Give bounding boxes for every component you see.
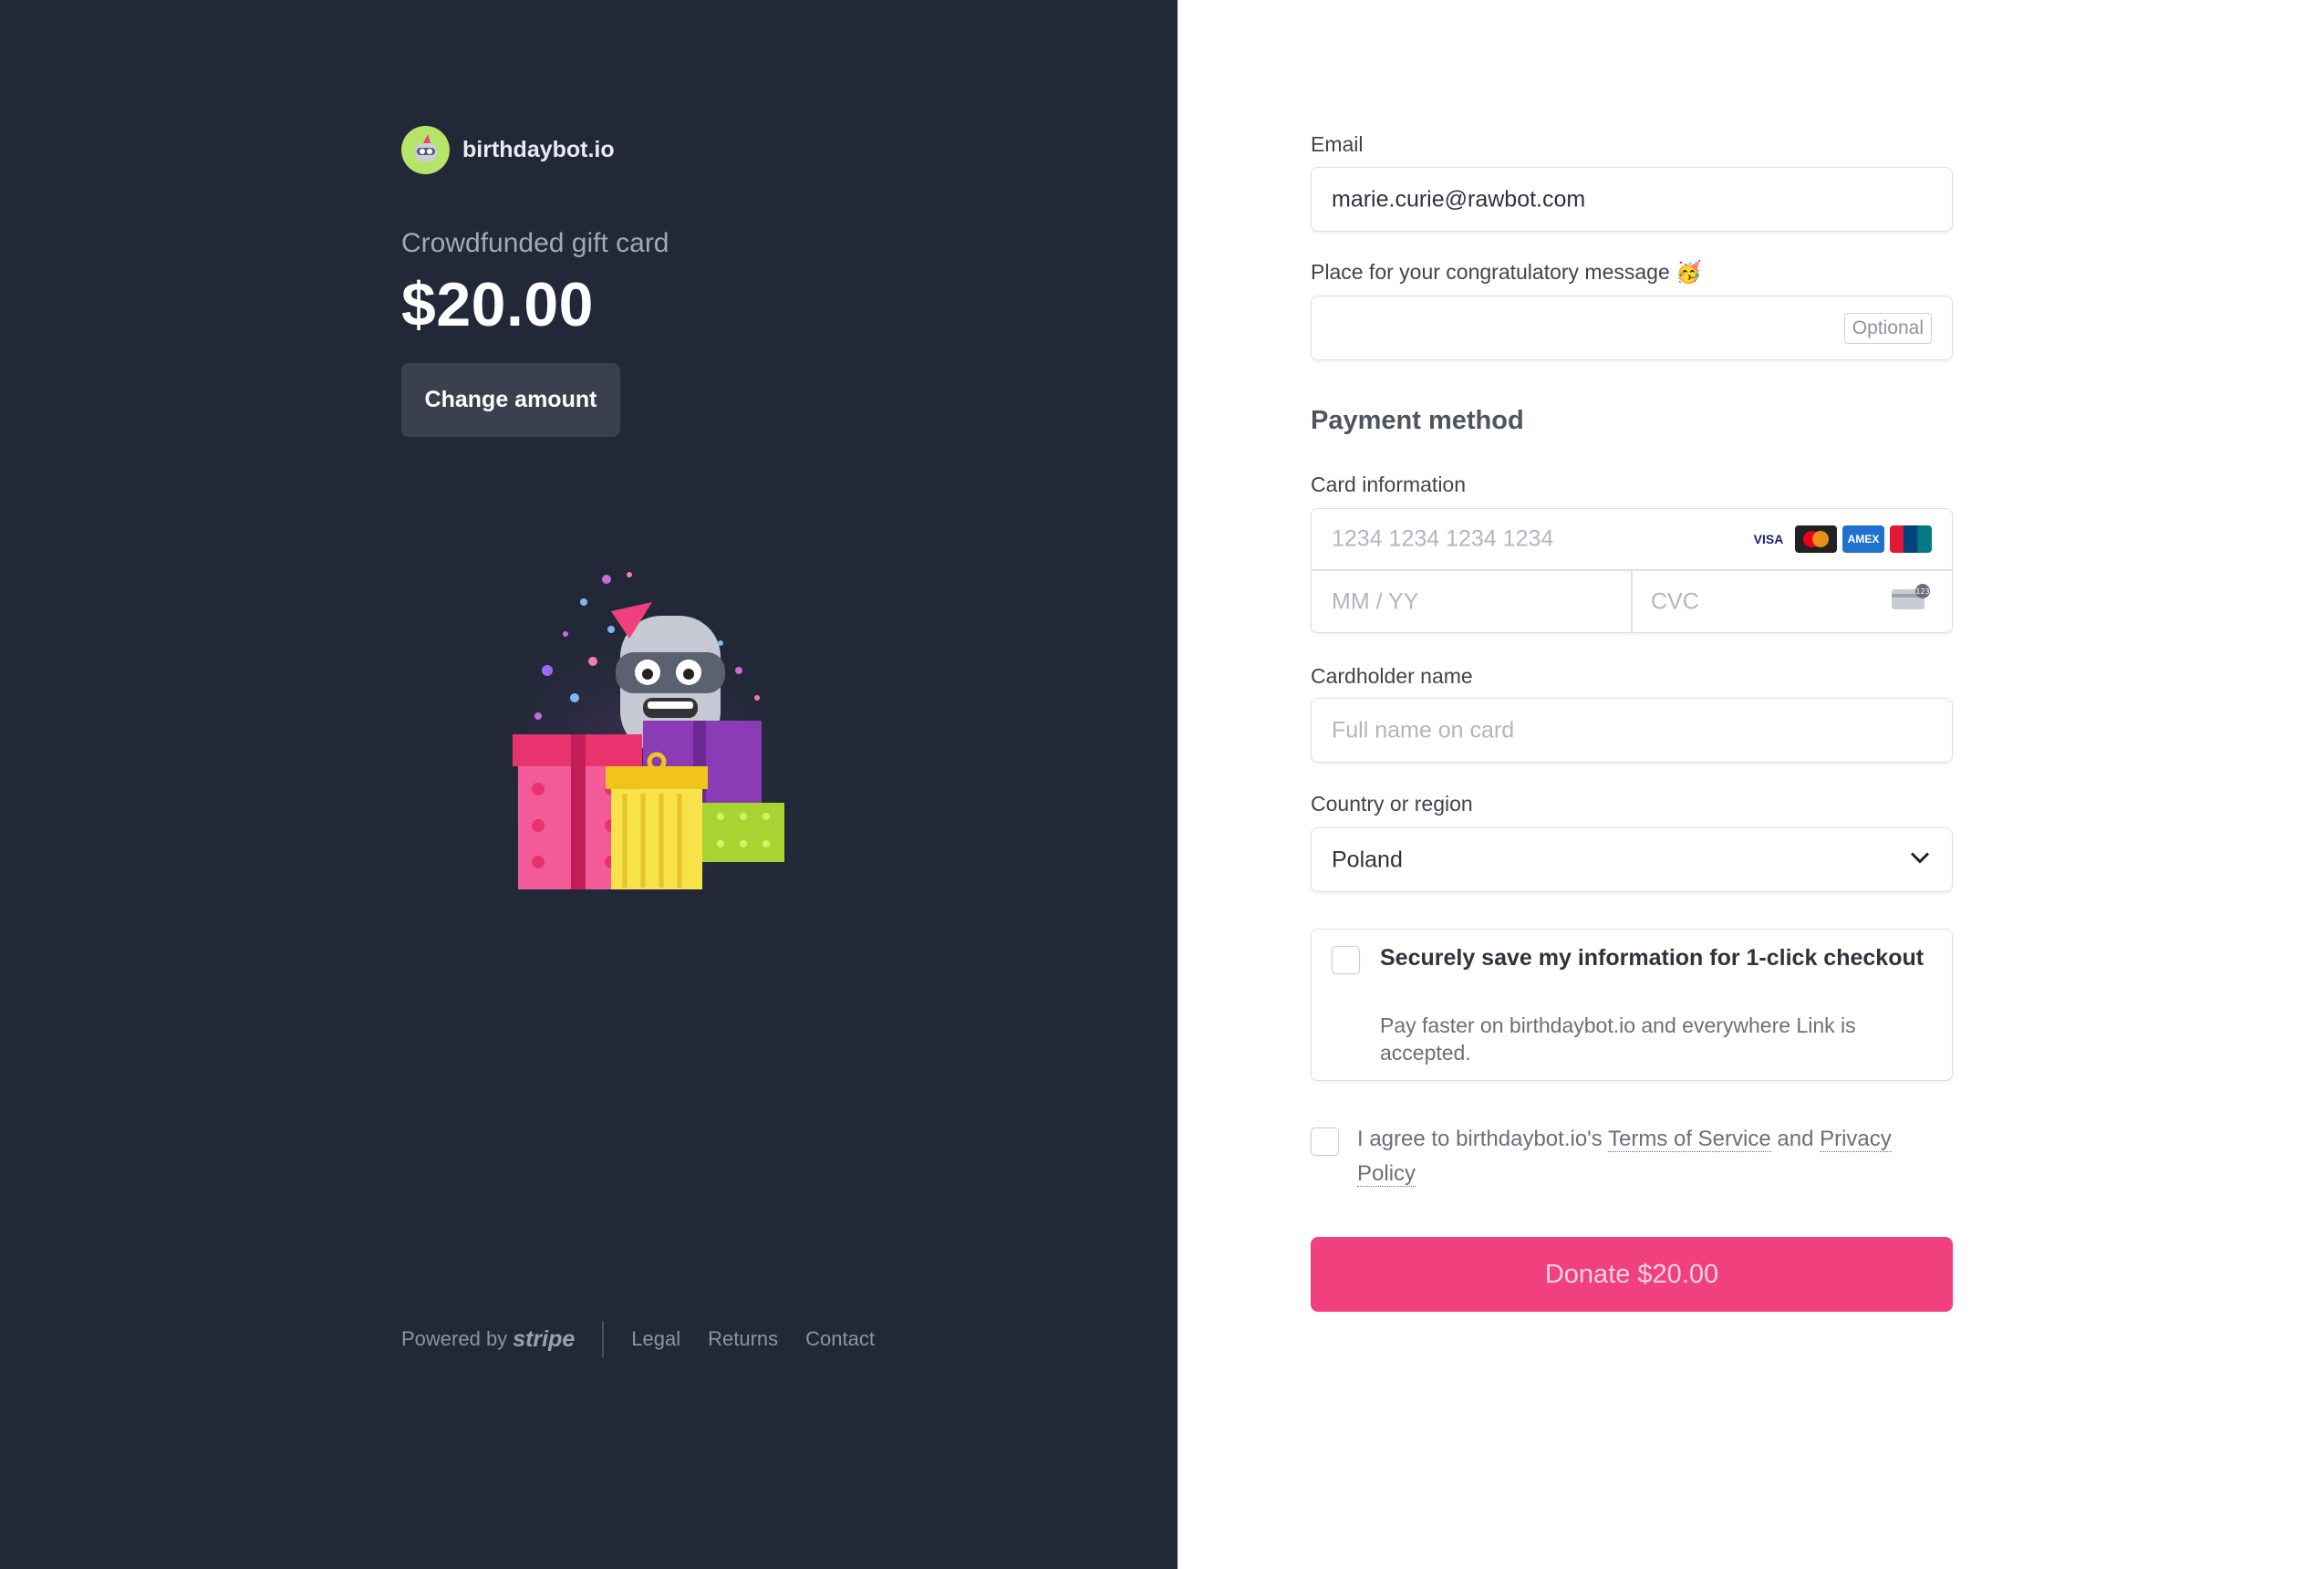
expiry-input[interactable]: MM / YY bbox=[1332, 589, 1418, 616]
left-panel: birthdaybot.io Crowdfunded gift card $20… bbox=[0, 0, 1178, 1569]
footer-divider bbox=[602, 1321, 605, 1357]
country-select[interactable]: Poland bbox=[1311, 827, 1953, 892]
cvc-card-icon: 123 bbox=[1890, 584, 1932, 616]
brand[interactable]: birthdaybot.io bbox=[401, 126, 615, 174]
footer: Powered by stripe Legal Returns Contact bbox=[401, 1321, 902, 1357]
cardholder-placeholder: Full name on card bbox=[1332, 717, 1515, 743]
change-amount-button[interactable]: Change amount bbox=[401, 363, 620, 437]
chevron-down-icon bbox=[1910, 851, 1930, 868]
save-info-description: Pay faster on birthdaybot.io and everywh… bbox=[1380, 1013, 1856, 1065]
email-value: marie.curie@rawbot.com bbox=[1332, 186, 1586, 212]
robot-logo-icon bbox=[401, 126, 450, 174]
email-label: Email bbox=[1311, 132, 1364, 156]
unionpay-icon bbox=[1890, 525, 1932, 553]
payment-method-title: Payment method bbox=[1311, 406, 1524, 435]
amex-icon: AMEX bbox=[1842, 525, 1884, 553]
cardholder-name-field[interactable]: Full name on card bbox=[1311, 698, 1953, 763]
stripe-logo[interactable]: stripe bbox=[513, 1326, 575, 1353]
brand-name: birthdaybot.io bbox=[462, 137, 615, 162]
product-name: Crowdfunded gift card bbox=[401, 228, 669, 258]
robot-with-gifts-illustration bbox=[465, 561, 812, 926]
message-field[interactable]: Optional bbox=[1311, 296, 1953, 360]
card-number-input[interactable]: 1234 1234 1234 1234 bbox=[1332, 526, 1553, 553]
agree-prefix: I agree to birthdaybot.io's bbox=[1357, 1127, 1608, 1151]
email-field[interactable]: marie.curie@rawbot.com bbox=[1311, 167, 1953, 232]
card-divider-v bbox=[1631, 569, 1633, 632]
agree-terms-text: I agree to birthdaybot.io's Terms of Ser… bbox=[1357, 1122, 1950, 1191]
save-info-title: Securely save my information for 1-click… bbox=[1380, 945, 1925, 971]
svg-text:123: 123 bbox=[1915, 587, 1929, 596]
card-info-label: Card information bbox=[1311, 473, 1467, 496]
card-brands: VISA AMEX bbox=[1748, 525, 1932, 553]
footer-link-returns[interactable]: Returns bbox=[708, 1327, 778, 1351]
country-value: Poland bbox=[1332, 847, 1403, 872]
agree-and: and bbox=[1770, 1127, 1821, 1151]
agree-terms-checkbox[interactable] bbox=[1311, 1127, 1339, 1156]
cvc-input[interactable]: CVC bbox=[1651, 589, 1699, 616]
footer-link-contact[interactable]: Contact bbox=[805, 1327, 875, 1351]
card-information-group: 1234 1234 1234 1234 VISA AMEX MM / YY CV… bbox=[1311, 508, 1953, 633]
donate-button[interactable]: Donate $20.00 bbox=[1311, 1237, 1953, 1312]
save-info-checkbox[interactable] bbox=[1332, 946, 1360, 974]
terms-of-service-link[interactable]: Terms of Service bbox=[1607, 1127, 1771, 1152]
mastercard-icon bbox=[1795, 525, 1837, 553]
link-save-box: Securely save my information for 1-click… bbox=[1311, 929, 1953, 1081]
country-label: Country or region bbox=[1311, 792, 1473, 816]
price: $20.00 bbox=[401, 270, 594, 339]
footer-link-legal[interactable]: Legal bbox=[631, 1327, 680, 1351]
message-label: Place for your congratulatory message 🥳 bbox=[1311, 260, 1702, 284]
powered-by-label: Powered by bbox=[401, 1327, 508, 1350]
visa-icon: VISA bbox=[1748, 525, 1790, 553]
optional-tag: Optional bbox=[1843, 312, 1932, 344]
cardholder-label: Cardholder name bbox=[1311, 664, 1473, 688]
